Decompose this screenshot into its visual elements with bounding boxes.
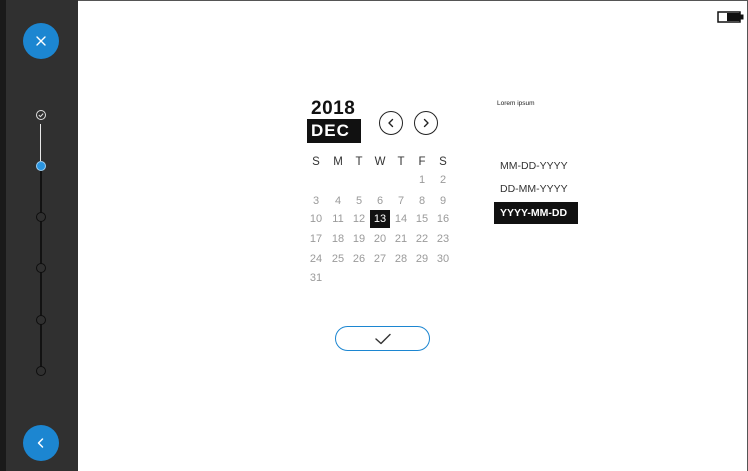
calendar-month: DEC xyxy=(307,119,361,143)
date-format-option[interactable]: DD-MM-YYYY xyxy=(494,178,578,200)
calendar-day[interactable]: 5 xyxy=(349,192,369,210)
calendar-day[interactable]: 24 xyxy=(306,250,326,268)
calendar-day[interactable]: 1 xyxy=(412,171,432,189)
calendar-day[interactable]: 11 xyxy=(328,210,348,228)
date-format-option[interactable]: YYYY-MM-DD xyxy=(494,202,578,224)
calendar-day[interactable]: 23 xyxy=(433,230,453,248)
calendar-day[interactable]: 22 xyxy=(412,230,432,248)
calendar-day[interactable]: 31 xyxy=(306,269,326,287)
battery-icon xyxy=(717,11,744,23)
date-format-option[interactable]: MM-DD-YYYY xyxy=(494,155,578,177)
weekday-header: S xyxy=(439,156,447,168)
back-button[interactable] xyxy=(23,425,59,461)
weekday-header: F xyxy=(418,156,426,168)
calendar-day[interactable]: 2 xyxy=(433,171,453,189)
weekday-header: M xyxy=(333,156,343,168)
step-5-todo xyxy=(36,315,46,325)
calendar-day[interactable]: 25 xyxy=(328,250,348,268)
calendar-day[interactable]: 19 xyxy=(349,230,369,248)
weekday-header: T xyxy=(397,156,405,168)
weekday-header: S xyxy=(312,156,320,168)
chevron-right-icon xyxy=(423,118,429,128)
calendar-day-selected[interactable]: 13 xyxy=(370,210,390,228)
calendar-year: 2018 xyxy=(311,98,356,119)
calendar-day[interactable]: 8 xyxy=(412,192,432,210)
calendar-day[interactable]: 4 xyxy=(328,192,348,210)
calendar-day[interactable]: 18 xyxy=(328,230,348,248)
calendar-day[interactable]: 26 xyxy=(349,250,369,268)
chevron-left-icon xyxy=(37,438,44,448)
sidebar xyxy=(0,0,78,471)
calendar-day[interactable]: 14 xyxy=(391,210,411,228)
calendar-day[interactable]: 20 xyxy=(370,230,390,248)
calendar-day[interactable]: 17 xyxy=(306,230,326,248)
step-2-current xyxy=(36,161,46,171)
confirm-button[interactable] xyxy=(335,326,430,351)
calendar-day[interactable]: 15 xyxy=(412,210,432,228)
calendar-day[interactable]: 16 xyxy=(433,210,453,228)
step-1-done xyxy=(36,110,46,120)
calendar-day[interactable]: 9 xyxy=(433,192,453,210)
calendar-day[interactable]: 27 xyxy=(370,250,390,268)
calendar-day[interactable]: 21 xyxy=(391,230,411,248)
step-4-todo xyxy=(36,263,46,273)
check-icon xyxy=(38,112,44,117)
checkmark-icon xyxy=(374,333,391,344)
close-button[interactable] xyxy=(23,23,59,59)
calendar-day[interactable]: 7 xyxy=(391,192,411,210)
close-icon xyxy=(36,36,46,46)
stepper-line-completed xyxy=(40,124,41,161)
weekday-header: W xyxy=(374,156,386,168)
step-6-todo xyxy=(36,366,46,376)
weekday-header: T xyxy=(355,156,363,168)
calendar-day[interactable]: 6 xyxy=(370,192,390,210)
calendar-day[interactable]: 30 xyxy=(433,250,453,268)
calendar-day[interactable]: 29 xyxy=(412,250,432,268)
previous-month-button[interactable] xyxy=(379,111,403,135)
calendar-day[interactable]: 12 xyxy=(349,210,369,228)
calendar-day[interactable]: 3 xyxy=(306,192,326,210)
step-3-todo xyxy=(36,212,46,222)
sidebar-panel xyxy=(6,0,78,471)
next-month-button[interactable] xyxy=(414,111,438,135)
calendar-day[interactable]: 28 xyxy=(391,250,411,268)
chevron-left-icon xyxy=(388,118,394,128)
calendar-day[interactable]: 10 xyxy=(306,210,326,228)
format-panel-label: Lorem ipsum xyxy=(497,100,535,107)
